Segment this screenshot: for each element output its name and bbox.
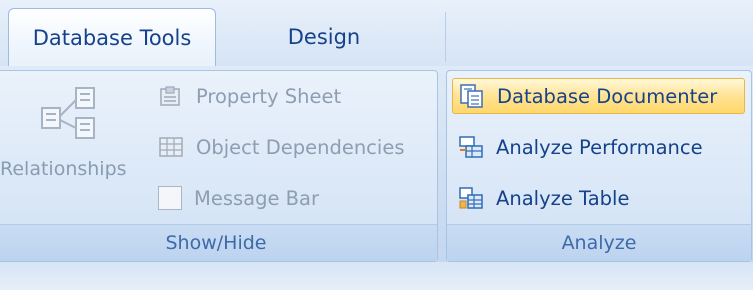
group-show-hide-label: Show/Hide — [0, 224, 437, 261]
tab-database-tools[interactable]: Database Tools — [8, 8, 216, 66]
property-sheet-icon — [160, 86, 180, 106]
analyze-performance-label: Analyze Performance — [496, 135, 703, 159]
analyze-table-button[interactable]: Analyze Table — [458, 180, 629, 216]
analyze-table-icon — [459, 187, 483, 209]
group-analyze-label-text: Analyze — [561, 232, 637, 254]
group-analyze-label: Analyze — [447, 224, 751, 261]
tab-database-tools-label: Database Tools — [32, 25, 192, 50]
property-sheet-label: Property Sheet — [196, 84, 342, 108]
object-dependencies-label: Object Dependencies — [196, 135, 405, 159]
analyze-performance-button[interactable]: Analyze Performance — [458, 129, 703, 165]
ribbon-bottom-bar — [0, 262, 753, 290]
relationships-icon — [41, 87, 95, 139]
tab-design-label: Design — [287, 25, 361, 49]
object-dependencies-button[interactable]: Object Dependencies — [158, 129, 404, 165]
database-documenter-button[interactable]: Database Documenter — [452, 78, 745, 114]
property-sheet-button[interactable]: Property Sheet — [158, 78, 341, 114]
relationships-button[interactable]: Relationships — [0, 80, 148, 190]
analyze-performance-icon — [459, 136, 483, 158]
database-documenter-icon — [460, 84, 483, 108]
object-dependencies-icon — [159, 137, 183, 157]
database-documenter-label: Database Documenter — [497, 84, 718, 108]
tab-design[interactable]: Design — [244, 8, 404, 66]
message-bar-checkbox-box[interactable] — [158, 186, 182, 210]
group-show-hide-label-text: Show/Hide — [165, 232, 267, 254]
analyze-table-label: Analyze Table — [496, 186, 630, 210]
message-bar-checkbox[interactable]: Message Bar — [158, 180, 319, 216]
tab-divider — [445, 12, 446, 62]
relationships-label: Relationships — [0, 158, 127, 180]
message-bar-label: Message Bar — [194, 186, 320, 210]
